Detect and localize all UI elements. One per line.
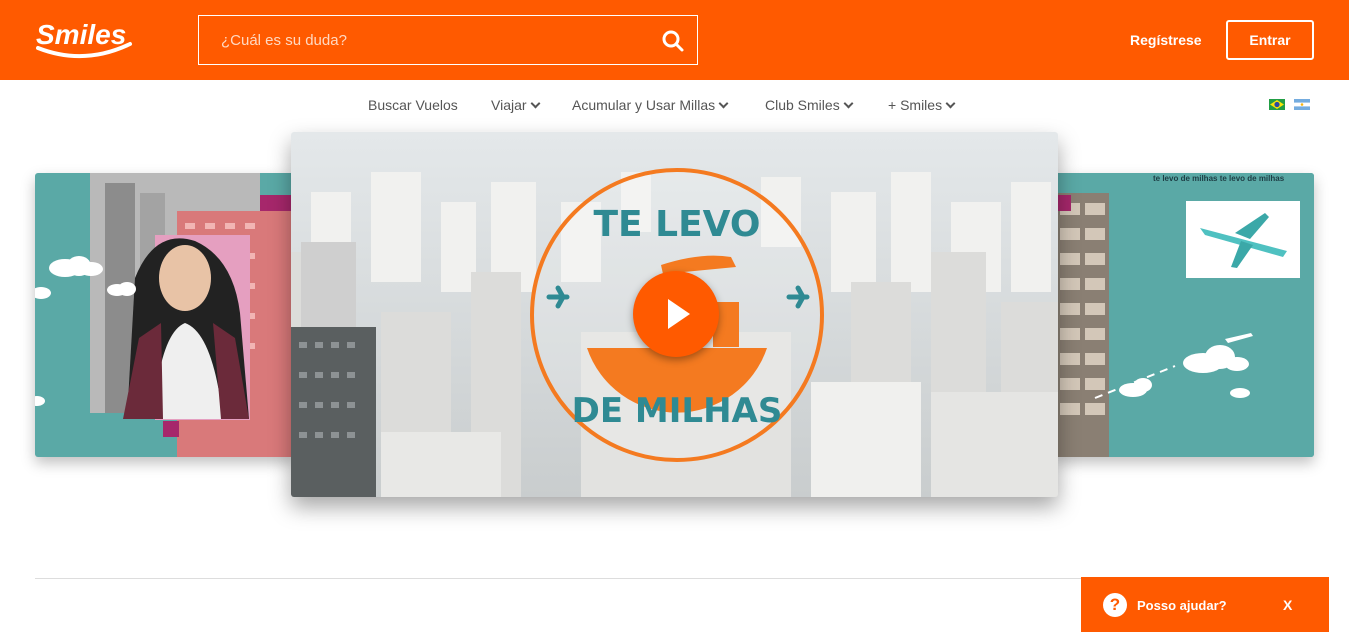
help-widget[interactable]: ? Posso ajudar? X [1081, 577, 1329, 632]
close-help-button[interactable]: X [1283, 597, 1292, 613]
nav-item-label: + Smiles [888, 97, 943, 113]
nav-item-label: Acumular y Usar Millas [572, 97, 716, 113]
play-icon[interactable] [633, 271, 719, 357]
search-icon[interactable] [661, 29, 685, 53]
carousel-slide-next[interactable]: te levo de milhas te levo de milhas [1055, 173, 1314, 457]
question-icon: ? [1103, 593, 1127, 617]
main-nav: Buscar Vuelos Viajar Acumular y Usar Mil… [0, 97, 1349, 117]
chevron-down-icon [530, 98, 540, 109]
argentina-flag-icon[interactable] [1294, 99, 1310, 110]
brazil-flag-icon[interactable] [1269, 99, 1285, 110]
search-input[interactable] [199, 16, 649, 64]
badge-bottom-text: DE MILHAS [572, 391, 783, 431]
nav-item-acumular-usar-millas[interactable]: Acumular y Usar Millas [572, 97, 729, 113]
nav-item-club-smiles[interactable]: Club Smiles [765, 97, 854, 113]
search-bar [198, 15, 698, 65]
help-label: Posso ajudar? [1137, 598, 1227, 613]
carousel-slide-previous[interactable] [35, 173, 295, 457]
smiles-logo[interactable]: Smiles [34, 14, 134, 62]
register-link[interactable]: Regístrese [1130, 32, 1202, 48]
nav-item-label: Viajar [491, 97, 527, 113]
carousel-slide-active[interactable]: TE LEVO DE MILHAS [291, 132, 1058, 497]
svg-text:Smiles: Smiles [36, 19, 126, 50]
nav-item-label: Buscar Vuelos [368, 97, 458, 113]
chevron-down-icon [945, 98, 956, 109]
nav-item-buscar-vuelos[interactable]: Buscar Vuelos [368, 97, 458, 113]
login-button[interactable]: Entrar [1226, 20, 1314, 60]
slide-illustration [35, 173, 295, 457]
chevron-down-icon [718, 98, 729, 109]
nav-item-mas-smiles[interactable]: + Smiles [888, 97, 956, 113]
nav-item-label: Club Smiles [765, 97, 840, 113]
pattern-text: te levo de milhas te levo de milhas [1153, 174, 1285, 183]
slide-illustration: te levo de milhas te levo de milhas [1055, 173, 1314, 457]
chevron-down-icon [843, 98, 854, 109]
nav-item-viajar[interactable]: Viajar [491, 97, 540, 113]
badge-top-text: TE LEVO [593, 204, 760, 245]
site-header: Smiles Regístrese Entrar [0, 0, 1349, 80]
